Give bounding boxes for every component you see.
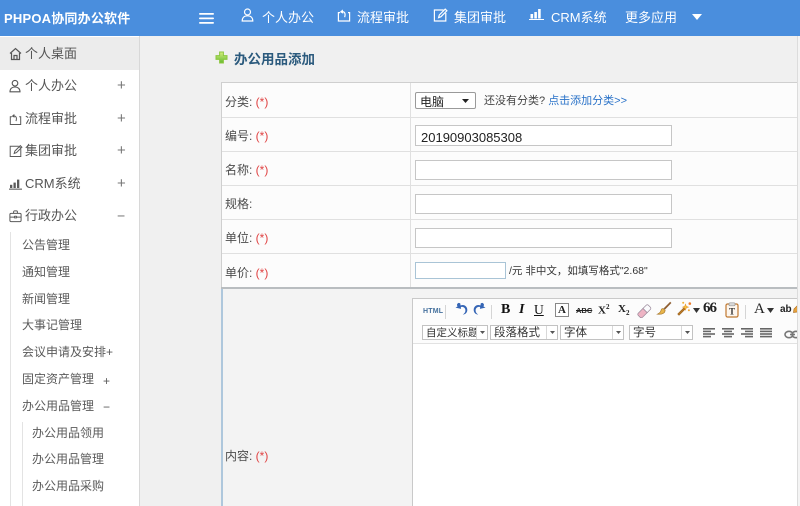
svg-text:T: T	[729, 307, 735, 317]
